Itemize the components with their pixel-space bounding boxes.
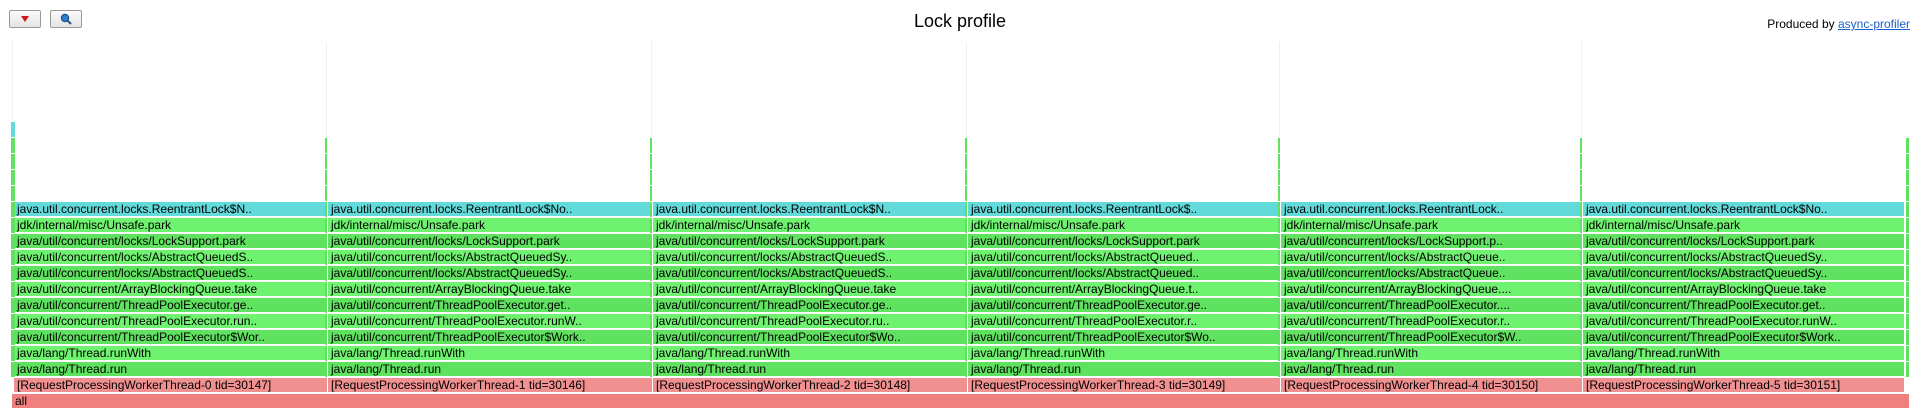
stack-frame[interactable]: java/util/concurrent/ThreadPoolExecutor.… xyxy=(968,298,1281,313)
stack-frame[interactable]: java/util/concurrent/ThreadPoolExecutor.… xyxy=(1583,298,1905,313)
stack-frame[interactable]: java/util/concurrent/ArrayBlockingQueue.… xyxy=(14,282,328,297)
stack-frame[interactable]: java.util.concurrent.locks.ReentrantLock… xyxy=(14,202,328,217)
stack-frame[interactable]: java/util/concurrent/ThreadPoolExecutor.… xyxy=(1281,314,1583,329)
stack-frame[interactable]: java.util.concurrent.locks.ReentrantLock… xyxy=(1281,202,1583,217)
stack-frame[interactable]: jdk/internal/misc/Unsafe.park xyxy=(653,218,968,233)
stack-frame[interactable]: java/util/concurrent/ThreadPoolExecutor.… xyxy=(1583,314,1905,329)
thread-frame[interactable]: [RequestProcessingWorkerThread-3 tid=301… xyxy=(968,378,1281,393)
stack-frame[interactable]: java/util/concurrent/locks/LockSupport.p… xyxy=(1583,234,1905,249)
stack-frame[interactable]: java/util/concurrent/ThreadPoolExecutor.… xyxy=(1281,298,1583,313)
stack-frame[interactable]: java/util/concurrent/locks/LockSupport.p… xyxy=(14,234,328,249)
thread-frame[interactable]: [RequestProcessingWorkerThread-5 tid=301… xyxy=(1583,378,1905,393)
stack-frame[interactable]: java/lang/Thread.run xyxy=(653,362,968,377)
thread-frame[interactable]: [RequestProcessingWorkerThread-4 tid=301… xyxy=(1281,378,1583,393)
stack-frame[interactable]: java/util/concurrent/ThreadPoolExecutor$… xyxy=(1281,330,1583,345)
stack-frame[interactable]: jdk/internal/misc/Unsafe.park xyxy=(1281,218,1583,233)
stack-frame[interactable]: java.util.concurrent.locks.ReentrantLock… xyxy=(653,202,968,217)
thread-frame[interactable]: [RequestProcessingWorkerThread-0 tid=301… xyxy=(14,378,328,393)
narrow-stack-sliver[interactable] xyxy=(965,138,967,378)
stack-frame[interactable]: java.util.concurrent.locks.ReentrantLock… xyxy=(328,202,653,217)
stack-frame[interactable]: java/util/concurrent/ThreadPoolExecutor$… xyxy=(968,330,1281,345)
stack-frame[interactable]: java/util/concurrent/locks/LockSupport.p… xyxy=(653,234,968,249)
stack-frame[interactable]: java/lang/Thread.runWith xyxy=(14,346,328,361)
stack-frame[interactable]: java/util/concurrent/locks/AbstractQueue… xyxy=(968,250,1281,265)
stack-frame[interactable]: java/util/concurrent/ArrayBlockingQueue.… xyxy=(328,282,653,297)
stack-frame[interactable]: java/util/concurrent/ThreadPoolExecutor$… xyxy=(328,330,653,345)
stack-frame[interactable]: java/util/concurrent/locks/AbstractQueue… xyxy=(968,266,1281,281)
stack-frame[interactable]: java/lang/Thread.run xyxy=(1281,362,1583,377)
stack-frame[interactable]: java/util/concurrent/ThreadPoolExecutor.… xyxy=(14,314,328,329)
stack-frame[interactable]: java/lang/Thread.run xyxy=(1583,362,1905,377)
narrow-stack-sliver[interactable] xyxy=(325,138,327,378)
stack-frame[interactable]: java/util/concurrent/locks/AbstractQueue… xyxy=(14,250,328,265)
stack-frame[interactable]: java/util/concurrent/ThreadPoolExecutor.… xyxy=(968,314,1281,329)
root-frame[interactable]: all xyxy=(12,394,1910,409)
stack-frame[interactable]: java/util/concurrent/locks/AbstractQueue… xyxy=(328,250,653,265)
stack-frame[interactable]: java/util/concurrent/ThreadPoolExecutor.… xyxy=(14,298,328,313)
stack-frame[interactable]: java/util/concurrent/ArrayBlockingQueue.… xyxy=(1281,282,1583,297)
stack-frame[interactable]: java/util/concurrent/ThreadPoolExecutor.… xyxy=(653,314,968,329)
narrow-stack-sliver[interactable] xyxy=(1278,138,1280,378)
stack-frame[interactable]: java/lang/Thread.run xyxy=(14,362,328,377)
thread-frame[interactable]: [RequestProcessingWorkerThread-2 tid=301… xyxy=(653,378,968,393)
stack-frame[interactable]: java/util/concurrent/locks/AbstractQueue… xyxy=(1281,266,1583,281)
stack-frame[interactable]: java/lang/Thread.runWith xyxy=(328,346,653,361)
stack-frame[interactable]: java/lang/Thread.runWith xyxy=(1583,346,1905,361)
thread-frame[interactable]: [RequestProcessingWorkerThread-1 tid=301… xyxy=(328,378,653,393)
stack-frame[interactable]: java/util/concurrent/ThreadPoolExecutor.… xyxy=(328,314,653,329)
stack-frame[interactable]: java/util/concurrent/locks/AbstractQueue… xyxy=(1281,250,1583,265)
stack-frame[interactable]: java/lang/Thread.run xyxy=(328,362,653,377)
stack-frame[interactable]: java/util/concurrent/locks/AbstractQueue… xyxy=(14,266,328,281)
stack-frame[interactable]: java/util/concurrent/ArrayBlockingQueue.… xyxy=(968,282,1281,297)
narrow-stack-sliver[interactable] xyxy=(11,122,15,378)
flame-graph: all [RequestProcessingWorkerThread-0 tid=… xyxy=(0,0,1920,415)
stack-frame[interactable]: java/lang/Thread.run xyxy=(968,362,1281,377)
stack-frame[interactable]: java/util/concurrent/ThreadPoolExecutor$… xyxy=(1583,330,1905,345)
stack-frame[interactable]: java/util/concurrent/locks/AbstractQueue… xyxy=(1583,250,1905,265)
stack-frame[interactable]: java/util/concurrent/locks/AbstractQueue… xyxy=(1583,266,1905,281)
stack-frame[interactable]: java/util/concurrent/locks/AbstractQueue… xyxy=(653,250,968,265)
stack-frame[interactable]: java/util/concurrent/ThreadPoolExecutor.… xyxy=(328,298,653,313)
stack-frame[interactable]: java/lang/Thread.runWith xyxy=(1281,346,1583,361)
narrow-stack-sliver[interactable] xyxy=(1580,138,1582,378)
stack-frame[interactable]: jdk/internal/misc/Unsafe.park xyxy=(328,218,653,233)
narrow-stack-sliver[interactable] xyxy=(1906,138,1909,378)
stack-frame[interactable]: java/util/concurrent/locks/LockSupport.p… xyxy=(1281,234,1583,249)
stack-frame[interactable]: java/util/concurrent/ArrayBlockingQueue.… xyxy=(1583,282,1905,297)
stack-frame[interactable]: java.util.concurrent.locks.ReentrantLock… xyxy=(968,202,1281,217)
stack-frame[interactable]: jdk/internal/misc/Unsafe.park xyxy=(968,218,1281,233)
stack-frame[interactable]: jdk/internal/misc/Unsafe.park xyxy=(1583,218,1905,233)
stack-frame[interactable]: java/util/concurrent/locks/LockSupport.p… xyxy=(968,234,1281,249)
stack-frame[interactable]: java/lang/Thread.runWith xyxy=(968,346,1281,361)
stack-frame[interactable]: java/util/concurrent/ThreadPoolExecutor.… xyxy=(653,298,968,313)
stack-frame[interactable]: jdk/internal/misc/Unsafe.park xyxy=(14,218,328,233)
stack-frame[interactable]: java/util/concurrent/locks/LockSupport.p… xyxy=(328,234,653,249)
stack-frame[interactable]: java/util/concurrent/ArrayBlockingQueue.… xyxy=(653,282,968,297)
narrow-stack-lock-frame[interactable] xyxy=(11,122,15,137)
stack-frame[interactable]: java/util/concurrent/ThreadPoolExecutor$… xyxy=(14,330,328,345)
stack-frame[interactable]: java/lang/Thread.runWith xyxy=(653,346,968,361)
stack-frame[interactable]: java.util.concurrent.locks.ReentrantLock… xyxy=(1583,202,1905,217)
stack-frame[interactable]: java/util/concurrent/locks/AbstractQueue… xyxy=(328,266,653,281)
stack-frame[interactable]: java/util/concurrent/ThreadPoolExecutor$… xyxy=(653,330,968,345)
narrow-stack-sliver[interactable] xyxy=(650,138,652,378)
stack-frame[interactable]: java/util/concurrent/locks/AbstractQueue… xyxy=(653,266,968,281)
